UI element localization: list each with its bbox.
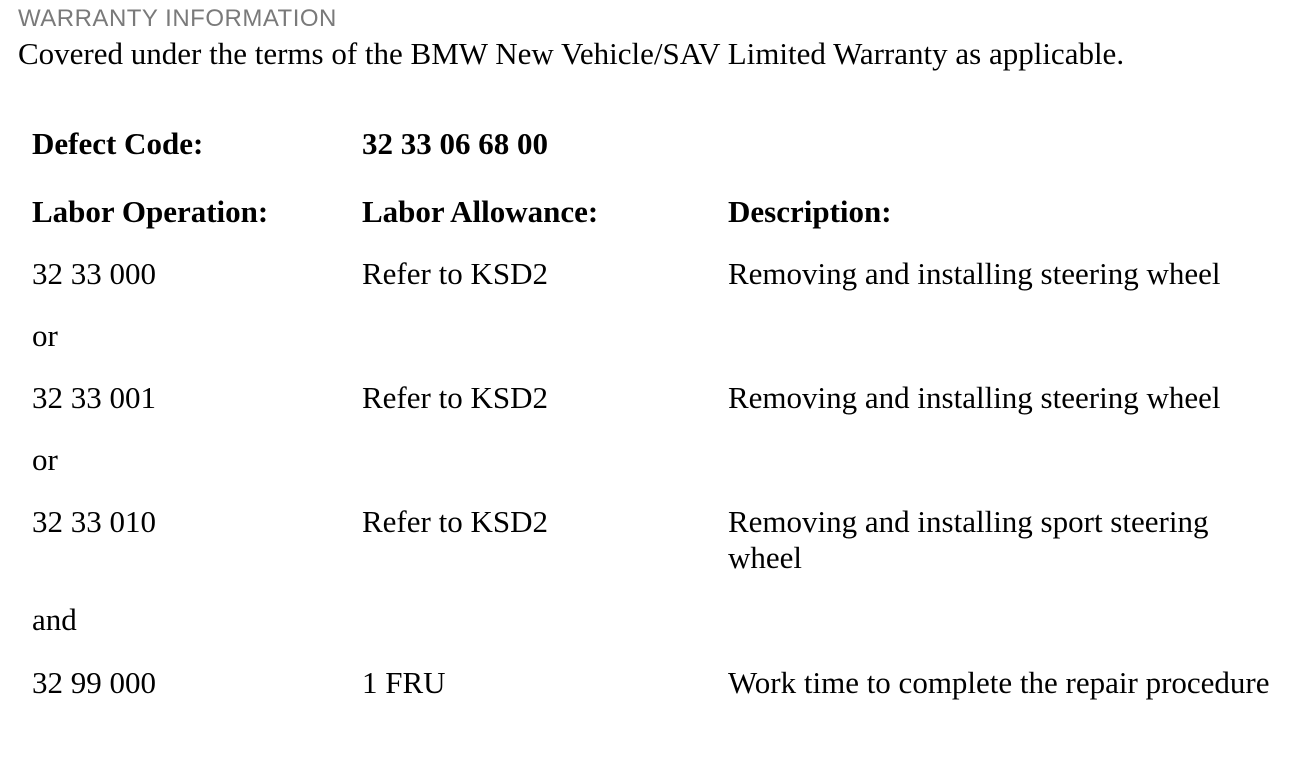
labor-allowance-value: Refer to KSD2	[362, 504, 548, 539]
labor-description: Work time to complete the repair procedu…	[728, 665, 1270, 700]
labor-description: Removing and installing steering wheel	[728, 256, 1221, 291]
labor-description: Removing and installing sport steering w…	[728, 504, 1209, 575]
header-labor-operation: Labor Operation:	[32, 194, 269, 229]
labor-operation-code: 32 99 000	[32, 665, 156, 700]
labor-operation-code: 32 33 000	[32, 256, 156, 291]
labor-operation-code: 32 33 001	[32, 380, 156, 415]
connector-text: and	[32, 602, 77, 637]
defect-code-value: 32 33 06 68 00	[362, 126, 548, 161]
warranty-coverage-text: Covered under the terms of the BMW New V…	[18, 36, 1125, 71]
defect-code-label: Defect Code:	[32, 126, 204, 161]
labor-allowance-value: Refer to KSD2	[362, 256, 548, 291]
section-title: WARRANTY INFORMATION	[18, 5, 337, 32]
header-labor-allowance: Labor Allowance:	[362, 194, 599, 229]
header-description: Description:	[728, 194, 892, 229]
connector-text: or	[32, 442, 58, 477]
labor-allowance-value: Refer to KSD2	[362, 380, 548, 415]
connector-text: or	[32, 318, 58, 353]
labor-allowance-value: 1 FRU	[362, 665, 446, 700]
labor-description: Removing and installing steering wheel	[728, 380, 1221, 415]
labor-operation-code: 32 33 010	[32, 504, 156, 539]
